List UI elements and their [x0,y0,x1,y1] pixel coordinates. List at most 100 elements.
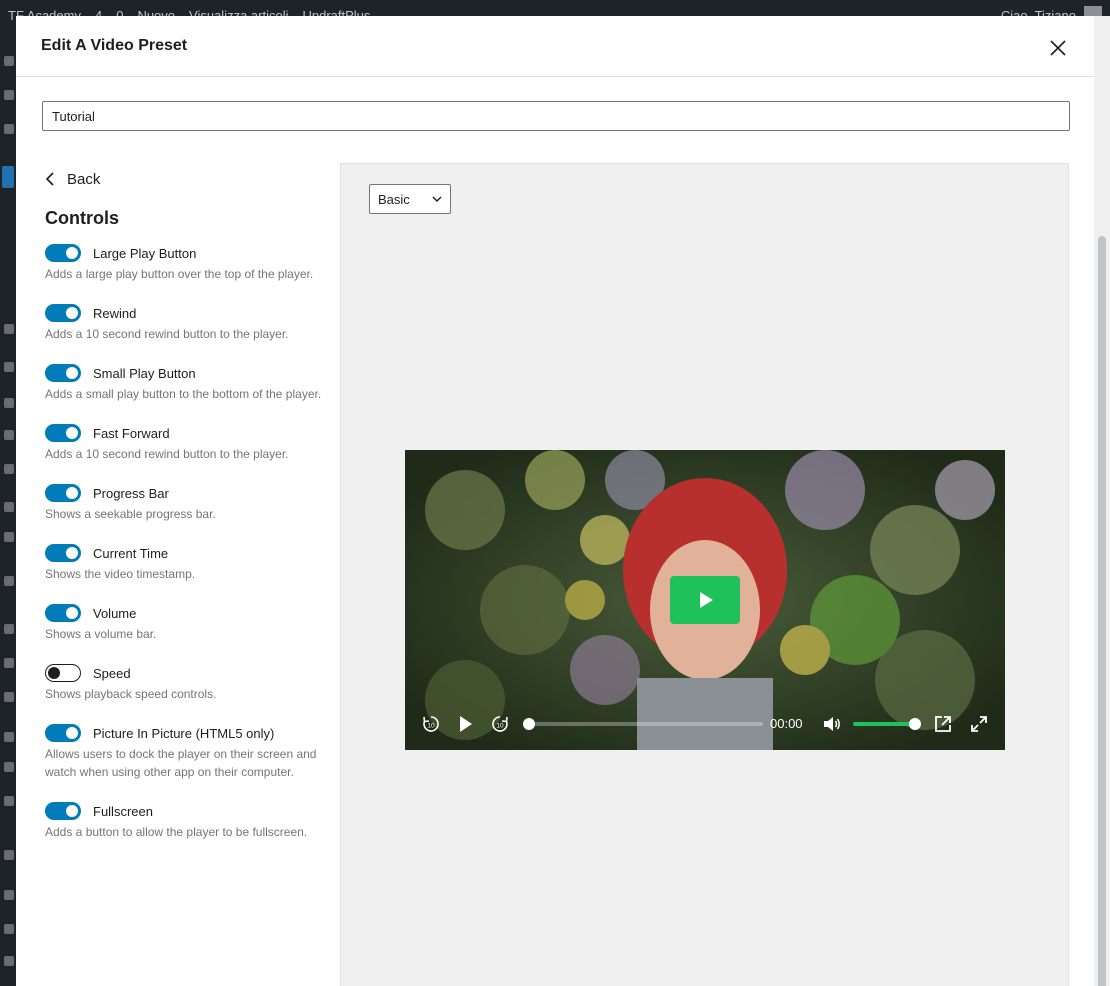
toggle-knob [66,547,78,559]
control-speed: Speed Shows playback speed controls. [45,663,325,703]
control-help: Adds a button to allow the player to be … [45,825,308,839]
menu-icon-active[interactable] [2,166,14,188]
progress-bar[interactable] [523,718,763,730]
control-help: Adds a small play button to the bottom o… [45,387,322,401]
menu-icon[interactable] [4,956,14,966]
controls-panel: Back Controls Large Play Button Adds a l… [45,164,325,861]
menu-icon[interactable] [4,692,14,702]
wp-admin-menu [0,32,16,986]
control-label: Rewind [93,305,137,321]
scrollbar-thumb[interactable] [1098,236,1106,986]
play-icon [700,592,713,608]
toggle-knob [48,667,60,679]
menu-icon[interactable] [4,430,14,440]
menu-icon[interactable] [4,90,14,100]
page-scrollbar[interactable] [1094,16,1110,986]
svg-text:10: 10 [427,723,435,730]
forward-10-icon[interactable]: 10 [490,714,510,734]
menu-icon[interactable] [4,576,14,586]
control-current-time: Current Time Shows the video timestamp. [45,543,325,583]
close-icon [1050,40,1066,56]
menu-icon[interactable] [4,362,14,372]
control-fast-forward: Fast Forward Adds a 10 second rewind but… [45,423,325,463]
player-control-bar: 10 10 00:00 [405,706,1005,742]
rewind-10-icon[interactable]: 10 [421,714,441,734]
toggle-knob [66,307,78,319]
speed-toggle[interactable] [45,664,81,682]
modal-title: Edit A Video Preset [41,37,188,54]
control-label: Volume [93,605,137,621]
fullscreen-icon[interactable] [969,714,989,734]
fullscreen-toggle[interactable] [45,802,81,820]
menu-icon[interactable] [4,924,14,934]
menu-icon[interactable] [4,732,14,742]
style-select-value: Basic [378,191,410,207]
control-help: Allows users to dock the player on their… [45,747,317,779]
progress-handle[interactable] [523,718,535,730]
volume-toggle[interactable] [45,604,81,622]
control-volume: Volume Shows a volume bar. [45,603,325,643]
style-select[interactable]: Basic [369,184,451,214]
play-icon[interactable] [455,714,475,734]
control-fullscreen: Fullscreen Adds a button to allow the pl… [45,801,325,841]
current-time-toggle[interactable] [45,544,81,562]
menu-icon[interactable] [4,890,14,900]
rewind-toggle[interactable] [45,304,81,322]
toggle-knob [66,487,78,499]
control-progress-bar: Progress Bar Shows a seekable progress b… [45,483,325,523]
control-label: Fast Forward [93,425,170,441]
fast-forward-toggle[interactable] [45,424,81,442]
menu-icon[interactable] [4,850,14,860]
control-label: Large Play Button [93,245,197,261]
back-button[interactable]: Back [45,164,325,194]
control-picture-in-picture: Picture In Picture (HTML5 only) Allows u… [45,723,325,781]
control-label: Fullscreen [93,803,153,819]
menu-icon[interactable] [4,762,14,772]
picture-in-picture-icon[interactable] [933,714,953,734]
volume-icon[interactable] [822,714,842,734]
control-help: Shows a volume bar. [45,627,157,641]
control-help: Shows a seekable progress bar. [45,507,216,521]
control-label: Current Time [93,545,169,561]
volume-bar[interactable] [853,718,921,730]
current-time: 00:00 [770,716,803,731]
menu-icon[interactable] [4,324,14,334]
control-help: Shows the video timestamp. [45,567,196,581]
control-help: Shows playback speed controls. [45,687,217,701]
svg-text:10: 10 [496,723,504,730]
menu-icon[interactable] [4,502,14,512]
control-label: Speed [93,665,131,681]
chevron-left-icon [45,172,54,186]
progress-bar-toggle[interactable] [45,484,81,502]
control-large-play-button: Large Play Button Adds a large play butt… [45,243,325,283]
menu-icon[interactable] [4,658,14,668]
preset-name-input[interactable] [42,101,1070,131]
menu-icon[interactable] [4,398,14,408]
controls-heading: Controls [45,208,119,228]
toggle-knob [66,427,78,439]
preview-panel: Basic 10 10 00:00 [340,163,1069,986]
close-button[interactable] [1046,36,1070,60]
modal-header: Edit A Video Preset [16,16,1094,77]
volume-handle[interactable] [909,718,921,730]
menu-icon[interactable] [4,124,14,134]
menu-icon[interactable] [4,464,14,474]
control-label: Picture In Picture (HTML5 only) [93,725,275,741]
small-play-button-toggle[interactable] [45,364,81,382]
large-play-button-toggle[interactable] [45,244,81,262]
edit-preset-modal: Edit A Video Preset Back Controls Large … [16,16,1094,986]
control-help: Adds a 10 second rewind button to the pl… [45,447,289,461]
toggle-knob [66,727,78,739]
control-help: Adds a 10 second rewind button to the pl… [45,327,289,341]
toggle-knob [66,607,78,619]
video-player[interactable]: 10 10 00:00 [405,450,1005,750]
picture-in-picture-toggle[interactable] [45,724,81,742]
toggle-knob [66,247,78,259]
menu-icon[interactable] [4,624,14,634]
menu-icon[interactable] [4,796,14,806]
menu-icon[interactable] [4,56,14,66]
control-label: Progress Bar [93,485,169,501]
menu-icon[interactable] [4,532,14,542]
chevron-down-icon [432,196,442,202]
large-play-button[interactable] [670,576,740,624]
